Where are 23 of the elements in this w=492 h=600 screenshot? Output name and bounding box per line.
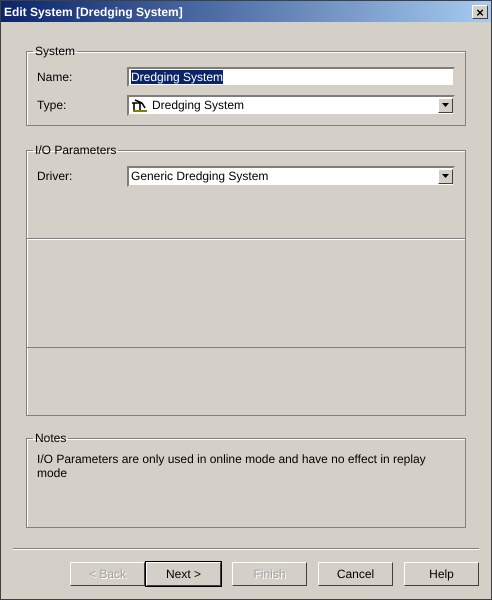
field-label: Type: [37,98,68,112]
close-button[interactable]: × [472,4,488,18]
dropdown-button[interactable] [438,98,453,112]
type-value: Dredging System [152,98,244,112]
dialog-button[interactable]: Cancel [318,562,393,586]
dropdown-arrow-icon [442,174,449,178]
notes-text: I/O Parameters are only used in online mode and have no effect in replay mode [37,452,427,480]
driver-dropdown[interactable]: Generic Dredging System [127,166,455,186]
name-field[interactable]: Dredging System [127,67,455,87]
dropdown-arrow-icon [442,103,449,107]
dialog-button[interactable]: Help [404,562,479,586]
type-dropdown[interactable]: Dredging System [127,94,455,116]
driver-value: Generic Dredging System [131,169,268,183]
group-title: I/O Parameters [34,143,118,157]
dropdown-button[interactable] [438,168,453,184]
dredger-icon [131,98,148,112]
field-label: Name: [37,70,74,84]
name-value: Dredging System [131,70,224,84]
dialog-button[interactable]: Next > [146,562,221,586]
window-title: Edit System [Dredging System] [4,4,183,18]
group-title: System [34,44,76,58]
group-title: Notes [34,431,68,445]
field-label: Driver: [37,169,74,183]
